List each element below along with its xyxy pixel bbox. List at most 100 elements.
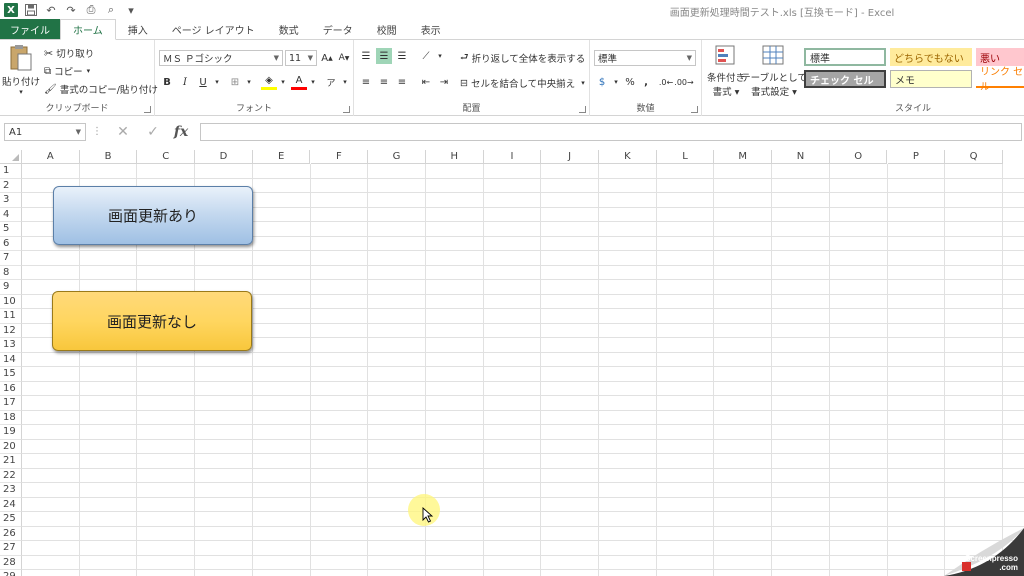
cut-button[interactable]: ✂ 切り取り <box>44 46 94 61</box>
column-header[interactable]: A <box>22 150 80 164</box>
align-center-icon[interactable]: ≡ <box>376 74 392 90</box>
chevron-down-icon[interactable]: ▾ <box>209 74 225 90</box>
font-name-combo[interactable]: ＭＳ Ｐゴシック ▼ <box>159 50 283 66</box>
style-linked-cell[interactable]: リンク セル <box>976 67 1024 93</box>
wrap-text-button[interactable]: ⮐ 折り返して全体を表示する <box>460 50 585 66</box>
increase-decimal-icon[interactable]: .0← <box>658 74 674 90</box>
screen-update-off-button[interactable]: 画面更新なし <box>52 291 252 351</box>
style-check-cell[interactable]: チェック セル <box>804 70 886 88</box>
align-middle-icon[interactable]: ☰ <box>376 48 392 64</box>
row-header[interactable]: 21 <box>0 454 22 469</box>
grow-font-icon[interactable]: A ▲ <box>319 50 335 66</box>
format-painter-button[interactable]: 🖌 書式のコピー/貼り付け <box>44 82 158 97</box>
row-header[interactable]: 23 <box>0 483 22 498</box>
column-header[interactable]: O <box>829 150 888 164</box>
column-header[interactable]: H <box>425 150 484 164</box>
style-note[interactable]: メモ <box>890 70 972 88</box>
merge-center-button[interactable]: ⊟ セルを結合して中央揃え ▾ <box>460 76 585 91</box>
column-header[interactable]: D <box>195 150 253 164</box>
increase-indent-icon[interactable]: ⇥ <box>436 74 452 90</box>
align-top-icon[interactable]: ☰ <box>358 48 374 64</box>
row-header[interactable]: 19 <box>0 425 22 440</box>
chevron-down-icon[interactable]: ▾ <box>432 48 448 64</box>
column-header[interactable]: L <box>656 150 715 164</box>
tab-insert[interactable]: 挿入 <box>116 19 160 39</box>
cancel-icon[interactable]: ✕ <box>112 123 134 141</box>
row-header[interactable]: 1 <box>0 164 22 179</box>
row-header[interactable]: 28 <box>0 555 22 570</box>
chevron-down-icon[interactable]: ▾ <box>241 74 257 90</box>
conditional-formatting-button[interactable]: 条件付き 書式 ▾ <box>706 44 746 98</box>
tab-data[interactable]: データ <box>311 19 365 39</box>
shrink-font-icon[interactable]: A ▼ <box>336 50 352 66</box>
row-header[interactable]: 15 <box>0 367 22 382</box>
column-header[interactable]: Q <box>945 150 1003 164</box>
row-header[interactable]: 18 <box>0 410 22 425</box>
row-header[interactable]: 5 <box>0 222 22 237</box>
row-header[interactable]: 9 <box>0 280 22 295</box>
decrease-indent-icon[interactable]: ⇤ <box>418 74 434 90</box>
row-header[interactable]: 8 <box>0 265 22 280</box>
row-header[interactable]: 17 <box>0 396 22 411</box>
tab-view[interactable]: 表示 <box>409 19 453 39</box>
row-header[interactable]: 27 <box>0 541 22 556</box>
font-size-combo[interactable]: 11 ▼ <box>285 50 317 66</box>
column-header[interactable]: M <box>714 150 773 164</box>
column-header[interactable]: K <box>599 150 657 164</box>
column-header[interactable]: F <box>310 150 369 164</box>
font-launcher-icon[interactable] <box>343 106 350 113</box>
copy-button[interactable]: ⧉ コピー ▾ <box>44 64 90 79</box>
align-left-icon[interactable]: ≡ <box>358 74 374 90</box>
row-header[interactable]: 10 <box>0 294 22 309</box>
clipboard-launcher-icon[interactable] <box>144 106 151 113</box>
number-format-combo[interactable]: 標準 ▼ <box>594 50 696 66</box>
tab-formulas[interactable]: 数式 <box>267 19 311 39</box>
comma-button[interactable]: , <box>638 74 654 90</box>
column-header[interactable]: J <box>541 150 599 164</box>
column-header[interactable]: G <box>368 150 426 164</box>
row-header[interactable]: 22 <box>0 468 22 483</box>
chevron-down-icon[interactable]: ▾ <box>305 74 321 90</box>
formula-input[interactable] <box>200 123 1022 141</box>
row-header[interactable]: 6 <box>0 236 22 251</box>
chevron-down-icon[interactable]: ▾ <box>337 74 353 90</box>
row-header[interactable]: 26 <box>0 526 22 541</box>
tab-review[interactable]: 校閲 <box>365 19 409 39</box>
column-header[interactable]: N <box>772 150 830 164</box>
align-right-icon[interactable]: ≡ <box>394 74 410 90</box>
select-all-corner[interactable] <box>0 150 22 164</box>
row-header[interactable]: 2 <box>0 178 22 193</box>
row-header[interactable]: 29 <box>0 570 22 576</box>
bold-button[interactable]: B <box>159 74 175 90</box>
row-header[interactable]: 4 <box>0 207 22 222</box>
tab-home[interactable]: ホーム <box>60 19 116 40</box>
row-header[interactable]: 12 <box>0 323 22 338</box>
alignment-launcher-icon[interactable] <box>579 106 586 113</box>
column-header[interactable]: I <box>483 150 542 164</box>
percent-button[interactable]: % <box>622 74 638 90</box>
column-header[interactable]: E <box>252 150 311 164</box>
format-as-table-button[interactable]: テーブルとして 書式設定 ▾ <box>741 44 807 98</box>
paste-button[interactable]: 貼り付け ▾ <box>2 44 40 96</box>
name-box[interactable]: A1 ▼ <box>4 123 86 141</box>
tab-page-layout[interactable]: ページ レイアウト <box>160 19 267 39</box>
row-header[interactable]: 11 <box>0 309 22 324</box>
insert-function-icon[interactable]: fx <box>170 123 192 141</box>
row-header[interactable]: 13 <box>0 338 22 353</box>
column-header[interactable]: P <box>887 150 946 164</box>
number-launcher-icon[interactable] <box>691 106 698 113</box>
column-header[interactable]: C <box>137 150 196 164</box>
enter-icon[interactable]: ✓ <box>142 123 164 141</box>
tab-file[interactable]: ファイル <box>0 19 60 39</box>
decrease-decimal-icon[interactable]: .00→ <box>674 74 693 90</box>
row-header[interactable]: 20 <box>0 439 22 454</box>
chevron-down-icon[interactable]: ▾ <box>275 74 291 90</box>
style-normal[interactable]: 標準 <box>804 48 886 66</box>
row-header[interactable]: 3 <box>0 193 22 208</box>
row-header[interactable]: 25 <box>0 512 22 527</box>
row-header[interactable]: 24 <box>0 497 22 512</box>
row-header[interactable]: 14 <box>0 352 22 367</box>
italic-button[interactable]: I <box>177 74 193 90</box>
row-header[interactable]: 7 <box>0 251 22 266</box>
column-header[interactable]: B <box>79 150 138 164</box>
